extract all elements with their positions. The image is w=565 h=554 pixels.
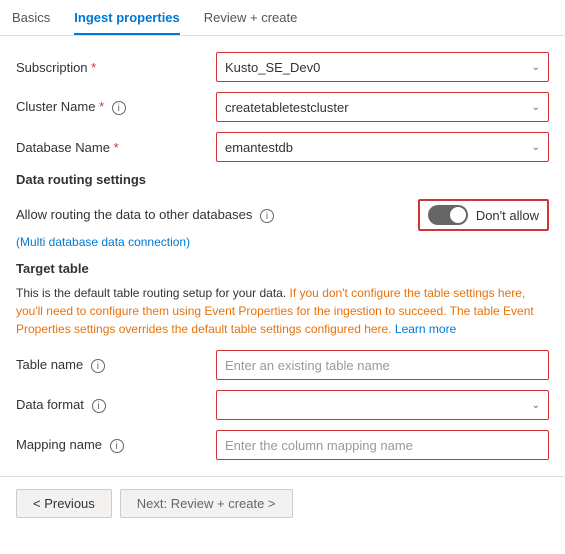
mapping-name-row: Mapping name i [16, 430, 549, 460]
routing-toggle[interactable] [428, 205, 468, 225]
info-text: This is the default table routing setup … [16, 284, 549, 338]
subscription-row: Subscription * Kusto_SE_Dev0 ⌄ [16, 52, 549, 82]
tab-ingest-properties[interactable]: Ingest properties [74, 0, 179, 35]
data-format-label: Data format i [16, 397, 216, 414]
cluster-value: createtabletestcluster [225, 100, 349, 115]
data-routing-heading: Data routing settings [16, 172, 549, 187]
routing-label: Allow routing the data to other database… [16, 207, 418, 224]
next-button[interactable]: Next: Review + create > [120, 489, 293, 518]
tab-bar: Basics Ingest properties Review + create [0, 0, 565, 36]
cluster-name-row: Cluster Name * i createtabletestcluster … [16, 92, 549, 122]
learn-more-link[interactable]: Learn more [392, 322, 457, 336]
data-format-row: Data format i ⌄ [16, 390, 549, 420]
subscription-value: Kusto_SE_Dev0 [225, 60, 320, 75]
target-table-heading: Target table [16, 261, 549, 276]
database-dropdown[interactable]: emantestdb ⌄ [216, 132, 549, 162]
chevron-down-icon: ⌄ [532, 400, 540, 411]
mapping-name-label: Mapping name i [16, 437, 216, 454]
previous-button[interactable]: < Previous [16, 489, 112, 518]
mapping-name-input[interactable] [216, 430, 549, 460]
database-name-row: Database Name * emantestdb ⌄ [16, 132, 549, 162]
toggle-thumb [450, 207, 466, 223]
chevron-down-icon: ⌄ [532, 62, 540, 73]
chevron-down-icon: ⌄ [532, 142, 540, 153]
data-format-dropdown[interactable]: ⌄ [216, 390, 549, 420]
mapping-name-info-icon[interactable]: i [110, 439, 124, 453]
routing-info-icon[interactable]: i [260, 209, 274, 223]
cluster-dropdown[interactable]: createtabletestcluster ⌄ [216, 92, 549, 122]
database-name-label: Database Name * [16, 140, 216, 155]
routing-row: Allow routing the data to other database… [16, 199, 549, 231]
toggle-track [428, 205, 468, 225]
database-required: * [114, 140, 119, 155]
main-content: Subscription * Kusto_SE_Dev0 ⌄ Cluster N… [0, 36, 565, 460]
cluster-info-icon[interactable]: i [112, 101, 126, 115]
data-format-info-icon[interactable]: i [92, 399, 106, 413]
tab-basics[interactable]: Basics [12, 0, 50, 35]
table-name-input[interactable] [216, 350, 549, 380]
table-name-row: Table name i [16, 350, 549, 380]
info-normal-1: This is the default table routing setup … [16, 286, 286, 300]
footer: < Previous Next: Review + create > [0, 476, 565, 530]
database-value: emantestdb [225, 140, 293, 155]
cluster-required: * [99, 99, 104, 114]
dont-allow-label: Don't allow [476, 208, 539, 223]
subscription-dropdown[interactable]: Kusto_SE_Dev0 ⌄ [216, 52, 549, 82]
table-name-label: Table name i [16, 357, 216, 374]
subscription-required: * [91, 60, 96, 75]
chevron-down-icon: ⌄ [532, 102, 540, 113]
table-name-info-icon[interactable]: i [91, 359, 105, 373]
subscription-label: Subscription * [16, 60, 216, 75]
cluster-name-label: Cluster Name * i [16, 99, 216, 116]
routing-toggle-container: Don't allow [418, 199, 549, 231]
tab-review-create[interactable]: Review + create [204, 0, 298, 35]
multi-db-note: (Multi database data connection) [16, 235, 549, 249]
